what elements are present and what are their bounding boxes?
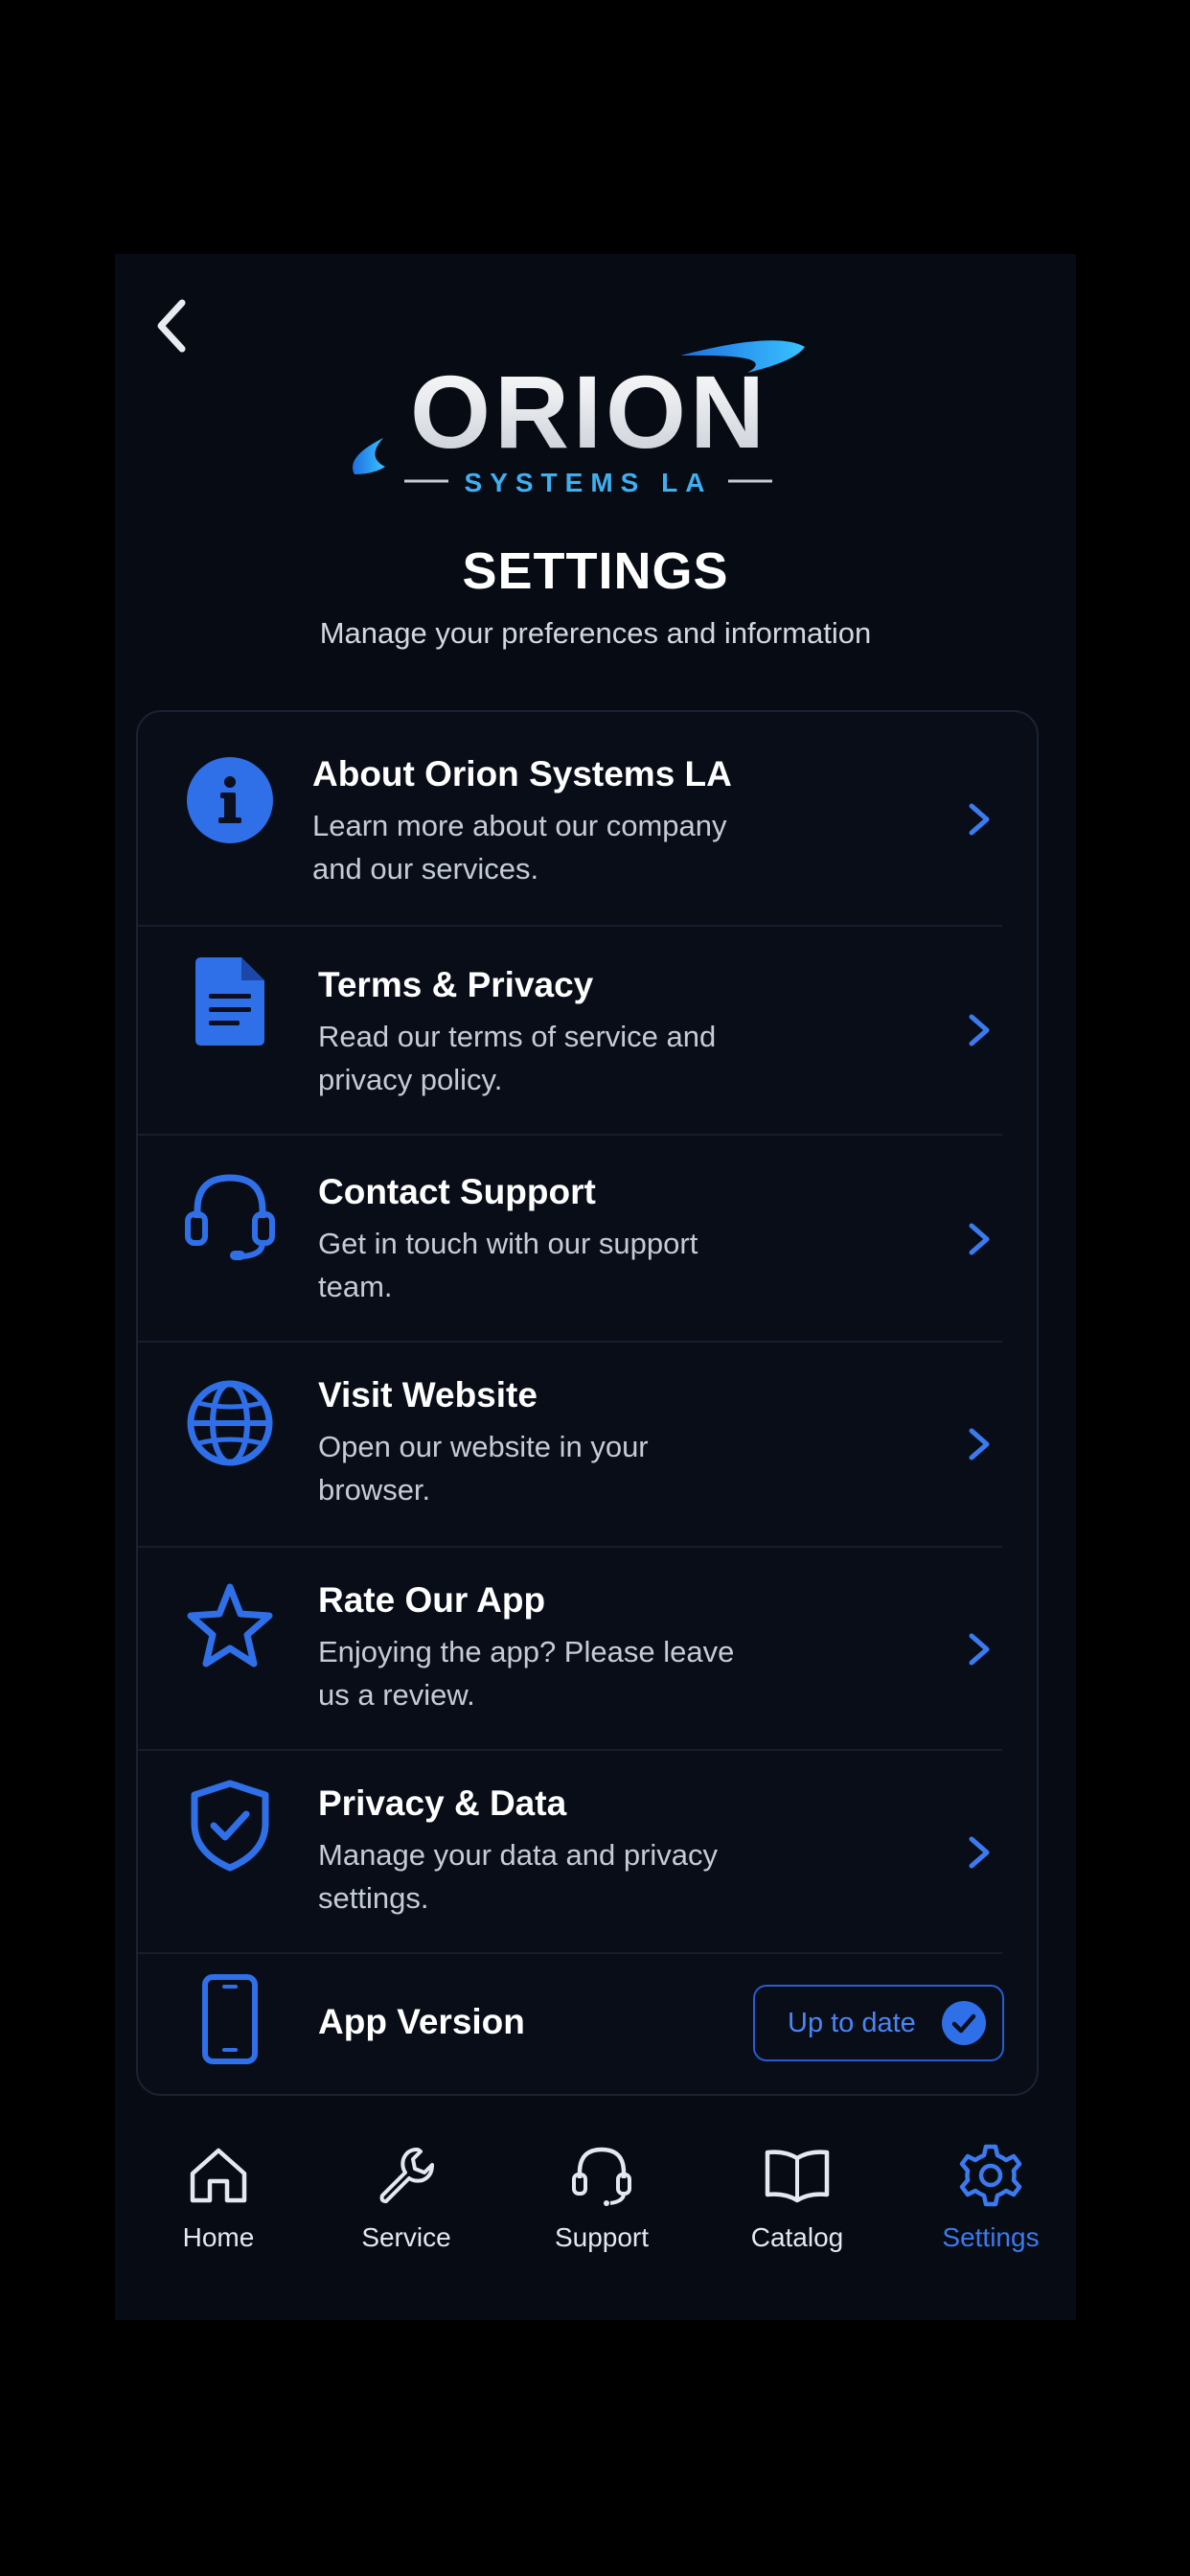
settings-screen: ORION SYSTEMS LA SETTINGS Manage your pr… <box>115 254 1076 2320</box>
tab-label: Service <box>361 2222 451 2252</box>
back-button[interactable] <box>144 292 201 359</box>
svg-text:ORION: ORION <box>410 354 768 470</box>
home-icon <box>123 2142 314 2209</box>
chevron-right-icon <box>969 1633 990 1666</box>
version-status-badge: Up to date <box>753 1985 1004 2061</box>
headset-icon <box>184 1170 276 1262</box>
chevron-left-icon <box>157 299 186 353</box>
settings-item-description: Read our terms of service and privacy po… <box>318 1020 717 1096</box>
document-icon <box>184 955 276 1047</box>
settings-item-description: Learn more about our company and our ser… <box>312 809 727 886</box>
settings-item-title: Rate Our App <box>318 1580 546 1620</box>
settings-item-title: Privacy & Data <box>318 1783 567 1823</box>
version-status-label: Up to date <box>788 2007 916 2038</box>
settings-item-contact-support[interactable]: Contact Support Get in touch with our su… <box>138 1136 1037 1343</box>
wrench-icon <box>310 2142 502 2209</box>
tab-service[interactable]: Service <box>310 2142 502 2276</box>
tab-support[interactable]: Support <box>506 2142 698 2276</box>
chevron-right-icon <box>969 1223 990 1255</box>
settings-item-visit-website[interactable]: Visit Website Open our website in your b… <box>138 1343 1037 1548</box>
chevron-right-icon <box>969 803 990 836</box>
settings-item-title: Terms & Privacy <box>318 965 594 1004</box>
bottom-tab-bar: Home Service Support Catalog Settings <box>115 2142 1076 2276</box>
settings-item-description: Manage your data and privacy settings. <box>318 1838 719 1915</box>
tab-label: Settings <box>942 2222 1040 2252</box>
info-icon <box>184 754 276 846</box>
book-icon <box>701 2142 893 2209</box>
tab-label: Catalog <box>750 2222 844 2252</box>
headset-icon <box>506 2142 698 2209</box>
settings-item-title: About Orion Systems LA <box>312 754 732 794</box>
settings-item-description: Enjoying the app? Please leave us a revi… <box>318 1635 735 1712</box>
settings-item-privacy-data[interactable]: Privacy & Data Manage your data and priv… <box>138 1751 1037 1954</box>
svg-text:SYSTEMS LA: SYSTEMS LA <box>465 468 713 497</box>
star-icon <box>184 1580 276 1672</box>
settings-item-about[interactable]: About Orion Systems LA Learn more about … <box>138 712 1037 927</box>
tab-home[interactable]: Home <box>123 2142 314 2276</box>
settings-item-description: Get in touch with our support team. <box>318 1227 698 1303</box>
gear-icon <box>895 2142 1076 2209</box>
phone-icon <box>184 1973 276 2065</box>
tab-catalog[interactable]: Catalog <box>701 2142 893 2276</box>
tab-label: Support <box>554 2222 650 2252</box>
check-circle-icon <box>942 2001 986 2045</box>
settings-item-description: Open our website in your browser. <box>318 1430 649 1506</box>
settings-item-title: Contact Support <box>318 1172 596 1211</box>
settings-item-app-version: App Version Up to date <box>138 1954 1037 2094</box>
page-subtitle: Manage your preferences and information <box>319 616 872 650</box>
tab-label: Home <box>182 2222 255 2252</box>
settings-item-title: App Version <box>318 2002 525 2041</box>
settings-item-title: Visit Website <box>318 1375 538 1414</box>
page-title: SETTINGS <box>462 542 729 600</box>
shield-check-icon <box>184 1780 276 1872</box>
chevron-right-icon <box>969 1836 990 1869</box>
globe-icon <box>184 1377 276 1469</box>
settings-item-rate-app[interactable]: Rate Our App Enjoying the app? Please le… <box>138 1548 1037 1751</box>
settings-list: About Orion Systems LA Learn more about … <box>136 710 1039 2096</box>
orion-logo: ORION SYSTEMS LA <box>345 313 834 505</box>
settings-item-terms[interactable]: Terms & Privacy Read our terms of servic… <box>138 927 1037 1136</box>
tab-settings[interactable]: Settings <box>895 2142 1076 2276</box>
chevron-right-icon <box>969 1014 990 1046</box>
chevron-right-icon <box>969 1428 990 1460</box>
